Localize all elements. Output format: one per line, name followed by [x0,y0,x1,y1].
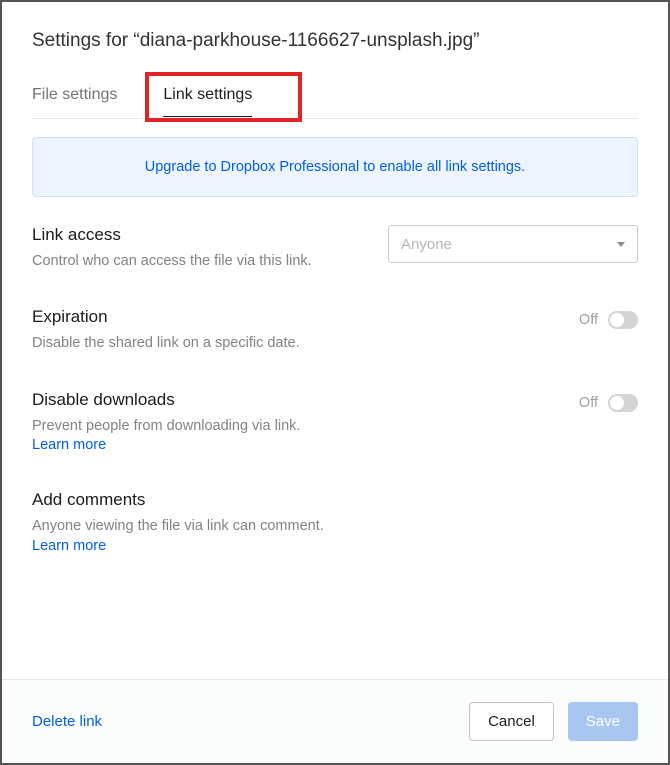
section-expiration-left: Expiration Disable the shared link on a … [32,307,300,353]
section-add-comments-left: Add comments Anyone viewing the file via… [32,490,362,557]
tabs: File settings Link settings [32,78,638,119]
section-disable-downloads: Disable downloads Prevent people from do… [32,390,638,454]
toggle-knob-icon [610,396,624,410]
expiration-toggle[interactable] [608,311,638,329]
save-button[interactable]: Save [568,702,638,741]
section-disable-downloads-left: Disable downloads Prevent people from do… [32,390,300,454]
chevron-down-icon [617,242,625,247]
highlight-box: Link settings [145,72,302,122]
expiration-toggle-row: Off [579,311,638,329]
upgrade-banner[interactable]: Upgrade to Dropbox Professional to enabl… [32,137,638,197]
link-access-desc: Control who can access the file via this… [32,251,312,271]
expiration-state-label: Off [579,312,598,328]
tab-file-settings[interactable]: File settings [32,78,117,118]
footer-buttons: Cancel Save [469,702,638,741]
section-add-comments: Add comments Anyone viewing the file via… [32,490,638,557]
expiration-title: Expiration [32,307,300,327]
cancel-button[interactable]: Cancel [469,702,554,741]
delete-link-button[interactable]: Delete link [32,713,102,730]
add-comments-title: Add comments [32,490,362,510]
disable-downloads-toggle[interactable] [608,394,638,412]
section-expiration: Expiration Disable the shared link on a … [32,307,638,353]
disable-downloads-learn-more[interactable]: Learn more [32,437,106,453]
tab-link-settings[interactable]: Link settings [163,78,252,116]
link-access-selected-value: Anyone [401,236,452,253]
add-comments-desc: Anyone viewing the file via link can com… [32,516,362,557]
section-link-access: Link access Control who can access the f… [32,225,638,271]
dialog-content: Settings for “diana-parkhouse-1166627-un… [2,2,668,679]
upgrade-banner-text: Upgrade to Dropbox Professional to enabl… [145,159,525,175]
section-link-access-left: Link access Control who can access the f… [32,225,312,271]
disable-downloads-toggle-row: Off [579,394,638,412]
link-access-title: Link access [32,225,312,245]
disable-downloads-title: Disable downloads [32,390,300,410]
expiration-desc: Disable the shared link on a specific da… [32,333,300,353]
disable-downloads-desc: Prevent people from downloading via link… [32,416,300,436]
settings-dialog: Settings for “diana-parkhouse-1166627-un… [2,2,668,763]
link-access-select[interactable]: Anyone [388,225,638,263]
toggle-knob-icon [610,313,624,327]
add-comments-learn-more[interactable]: Learn more [32,538,106,554]
dialog-footer: Delete link Cancel Save [2,679,668,763]
dialog-title: Settings for “diana-parkhouse-1166627-un… [32,30,638,52]
disable-downloads-state-label: Off [579,395,598,411]
add-comments-desc-text: Anyone viewing the file via link can com… [32,518,324,534]
